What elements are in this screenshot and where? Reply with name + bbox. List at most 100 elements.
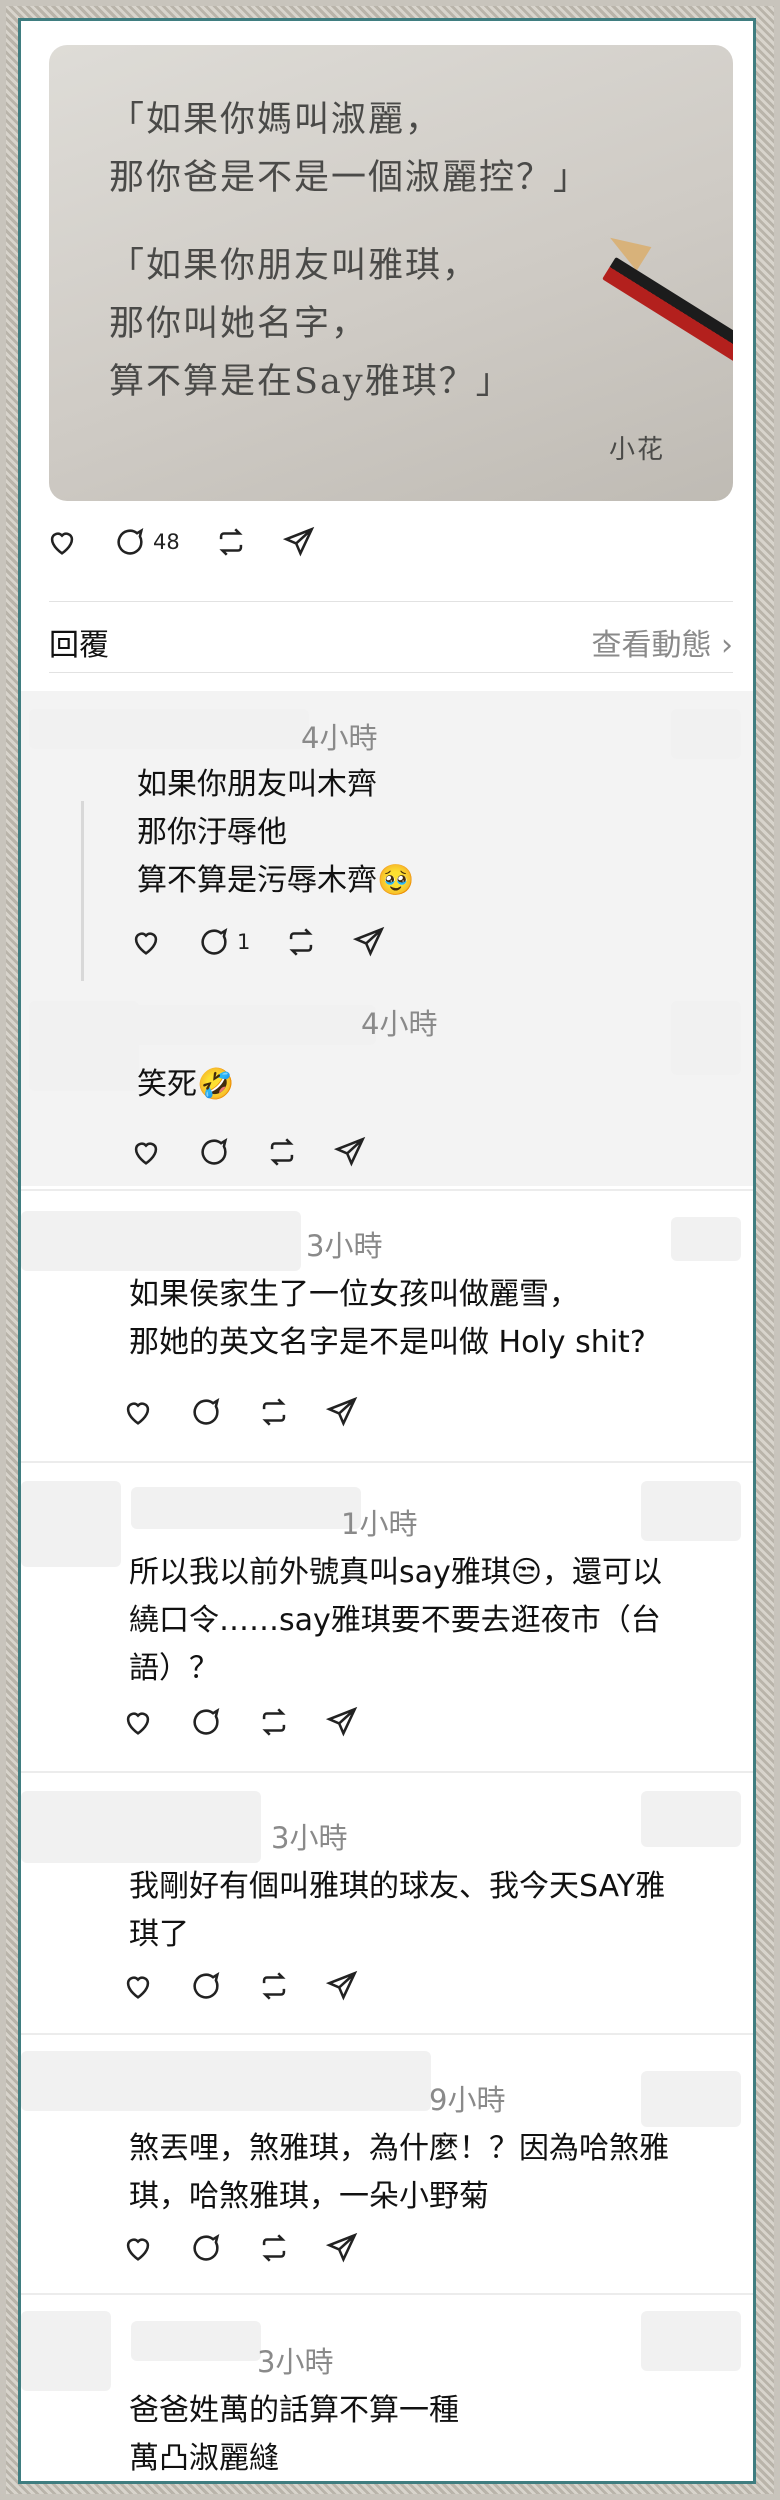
share-button[interactable] [352, 925, 386, 959]
repost-button[interactable] [214, 525, 248, 559]
pencil [602, 256, 733, 407]
redacted-username [21, 2051, 431, 2111]
comment-icon [193, 1397, 220, 1425]
send-icon [325, 1706, 358, 1737]
reply-button[interactable] [189, 1969, 223, 2003]
comment-actions [121, 1705, 393, 1739]
comment-time: 9小時 [429, 2083, 506, 2117]
comment-button[interactable]: 48 [113, 525, 180, 559]
repost-button[interactable] [257, 1969, 291, 2003]
share-button[interactable] [325, 2231, 359, 2265]
redacted-avatar [21, 1481, 121, 1567]
divider [21, 2033, 753, 2035]
comment-time: 3小時 [306, 1229, 383, 1263]
divider [21, 1771, 753, 1773]
redacted-avatar [641, 1481, 741, 1541]
like-button[interactable] [121, 1969, 155, 2003]
image-line-4: 那你叫她名字， [109, 304, 369, 344]
repost-icon [262, 1398, 286, 1426]
reply-button[interactable] [189, 1395, 223, 1429]
comment-time: 3小時 [271, 1821, 348, 1855]
reply-button[interactable] [189, 1705, 223, 1739]
comment-icon [201, 927, 228, 955]
view-activity-link[interactable]: 查看動態 › [591, 620, 733, 664]
comment-time: 4小時 [301, 721, 378, 755]
redacted-avatar [29, 1001, 139, 1091]
comment-text: 所以我以前外號真叫say雅琪😒，還可以 繞口令……say雅琪要不要去逛夜市（台 … [129, 1555, 663, 1686]
redacted-username [29, 709, 309, 749]
comment-icon [193, 1971, 220, 1999]
comment-actions [121, 1969, 393, 2003]
like-button[interactable] [129, 925, 163, 959]
comment-time: 3小時 [257, 2345, 334, 2379]
redacted-username [21, 1211, 301, 1271]
repost-button[interactable] [257, 1395, 291, 1429]
redacted-username [131, 2321, 261, 2361]
comment-actions [129, 1135, 401, 1169]
image-line-5: 算不算是在Say雅琪？」 [109, 362, 513, 402]
comment-actions: 1 [129, 925, 420, 959]
redacted-avatar [671, 1001, 741, 1075]
comment-actions [121, 2231, 393, 2265]
redacted-avatar [671, 1217, 741, 1261]
send-icon [325, 1970, 358, 2001]
repost-button[interactable] [284, 925, 318, 959]
redacted-avatar [641, 2311, 741, 2371]
divider [21, 1461, 753, 1463]
replies-title: 回覆 [49, 628, 109, 663]
share-button[interactable] [325, 1395, 359, 1429]
like-button[interactable] [121, 1395, 155, 1429]
heart-icon [126, 2238, 150, 2261]
comment-actions [121, 1395, 393, 1429]
reply-button[interactable] [197, 1135, 231, 1169]
reply-count: 1 [237, 930, 251, 954]
heart-icon [134, 932, 158, 955]
repost-icon [219, 528, 243, 556]
share-button[interactable] [325, 1969, 359, 2003]
like-button[interactable] [121, 1705, 155, 1739]
like-button[interactable] [129, 1135, 163, 1169]
redacted-avatar [641, 1791, 741, 1847]
comment-count: 48 [153, 530, 180, 554]
send-icon [333, 1136, 366, 1167]
reply-button[interactable]: 1 [197, 925, 250, 959]
image-line-1: 「如果你媽叫淑麗， [109, 100, 443, 140]
heart-icon [126, 1402, 150, 1425]
comment-icon [193, 2233, 220, 2261]
share-button[interactable] [282, 525, 316, 559]
divider [21, 2293, 753, 2295]
redacted-avatar [671, 709, 741, 759]
image-line-2: 那你爸是不是一個淑麗控？」 [109, 158, 591, 198]
send-icon [325, 2232, 358, 2263]
send-icon [325, 1396, 358, 1427]
like-button[interactable] [45, 525, 79, 559]
comment-text: 爸爸姓萬的話算不算一種 萬凸淑麗縫 [129, 2393, 459, 2476]
comment-text: 如果侯家生了一位女孩叫做麗雪， 那她的英文名字是不是叫做 Holy shit? [129, 1277, 646, 1360]
send-icon [353, 926, 385, 957]
redacted-avatar [21, 2311, 111, 2391]
heart-icon [126, 1976, 150, 1999]
comment-text: 煞丟哩，煞雅琪，為什麼！？因為哈煞雅 琪，哈煞雅琪，一朵小野菊 [129, 2131, 669, 2214]
divider [21, 1189, 753, 1191]
reply-button[interactable] [189, 2231, 223, 2265]
post-image[interactable]: 「如果你媽叫淑麗， 那你爸是不是一個淑麗控？」 「如果你朋友叫雅琪， 那你叫她名… [49, 45, 733, 501]
image-signature: 小花 [609, 435, 666, 465]
post-card: 「如果你媽叫淑麗， 那你爸是不是一個淑麗控？」 「如果你朋友叫雅琪， 那你叫她名… [18, 18, 756, 2484]
heart-icon [126, 1712, 150, 1735]
comment-text: 如果你朋友叫木齊 那你汙辱他 算不算是污辱木齊🥹 [137, 767, 415, 898]
send-icon [282, 526, 314, 557]
comment-time: 1小時 [341, 1507, 418, 1541]
share-button[interactable] [325, 1705, 359, 1739]
repost-button[interactable] [257, 1705, 291, 1739]
repost-icon [262, 1972, 286, 2000]
thread-line [81, 801, 84, 981]
comment-icon [201, 1137, 228, 1165]
redacted-username [131, 1487, 361, 1529]
post-actions: 48 [45, 525, 350, 559]
repost-button[interactable] [265, 1135, 299, 1169]
image-line-3: 「如果你朋友叫雅琪， [109, 246, 480, 286]
share-button[interactable] [333, 1135, 367, 1169]
repost-icon [262, 2234, 286, 2262]
like-button[interactable] [121, 2231, 155, 2265]
repost-button[interactable] [257, 2231, 291, 2265]
